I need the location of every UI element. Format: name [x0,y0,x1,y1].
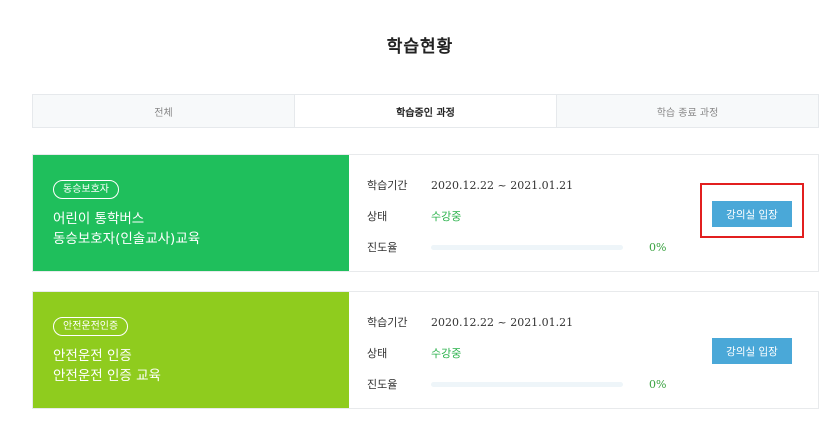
status-label: 상태 [367,347,388,360]
progress-percent: 0% [649,240,667,254]
period-value: 2020.12.22 ~ 2021.01.21 [431,178,574,192]
period-value: 2020.12.22 ~ 2021.01.21 [431,315,574,329]
course-card: 동승보호자 어린이 통학버스 동승보호자(인솔교사)교육 학습기간 2020.1… [32,154,819,272]
course-title-line2: 안전운전 인증 교육 [53,368,161,384]
status-value: 수강중 [431,347,462,360]
tab-all[interactable]: 전체 [33,95,294,127]
progress-row: 진도율 0% [367,239,666,255]
enter-classroom-button[interactable]: 강의실 입장 [712,201,792,227]
course-title-line1: 어린이 통학버스 [53,211,145,227]
status-row: 상태 수강중 [367,345,461,361]
progress-bar [431,244,623,250]
period-label: 학습기간 [367,316,408,329]
period-label: 학습기간 [367,179,408,192]
course-banner: 안전운전인증 안전운전 인증 안전운전 인증 교육 [33,292,349,408]
progress-row: 진도율 0% [367,376,666,392]
tab-completed[interactable]: 학습 종료 과정 [556,95,818,127]
status-row: 상태 수강중 [367,208,461,224]
course-title-line2: 동승보호자(인솔교사)교육 [53,231,201,247]
status-label: 상태 [367,210,388,223]
course-category-badge: 동승보호자 [53,180,119,199]
period-row: 학습기간 2020.12.22 ~ 2021.01.21 [367,177,573,193]
course-title: 어린이 통학버스 동승보호자(인솔교사)교육 [53,209,329,249]
course-info: 학습기간 2020.12.22 ~ 2021.01.21 상태 수강중 진도율 … [349,292,818,408]
course-category-badge: 안전운전인증 [53,317,129,336]
period-row: 학습기간 2020.12.22 ~ 2021.01.21 [367,314,573,330]
course-title-line1: 안전운전 인증 [53,348,132,364]
tab-in-progress[interactable]: 학습중인 과정 [294,95,556,127]
progress-percent: 0% [649,377,667,391]
course-card: 안전운전인증 안전운전 인증 안전운전 인증 교육 학습기간 2020.12.2… [32,291,819,409]
status-value: 수강중 [431,210,462,223]
progress-label: 진도율 [367,378,398,391]
enter-classroom-button[interactable]: 강의실 입장 [712,338,792,364]
course-title: 안전운전 인증 안전운전 인증 교육 [53,346,329,386]
progress-bar [431,381,623,387]
page-title: 학습현황 [386,37,454,57]
tab-bar: 전체 학습중인 과정 학습 종료 과정 [32,94,819,128]
course-banner: 동승보호자 어린이 통학버스 동승보호자(인솔교사)교육 [33,155,349,271]
progress-label: 진도율 [367,241,398,254]
course-info: 학습기간 2020.12.22 ~ 2021.01.21 상태 수강중 진도율 … [349,155,818,271]
